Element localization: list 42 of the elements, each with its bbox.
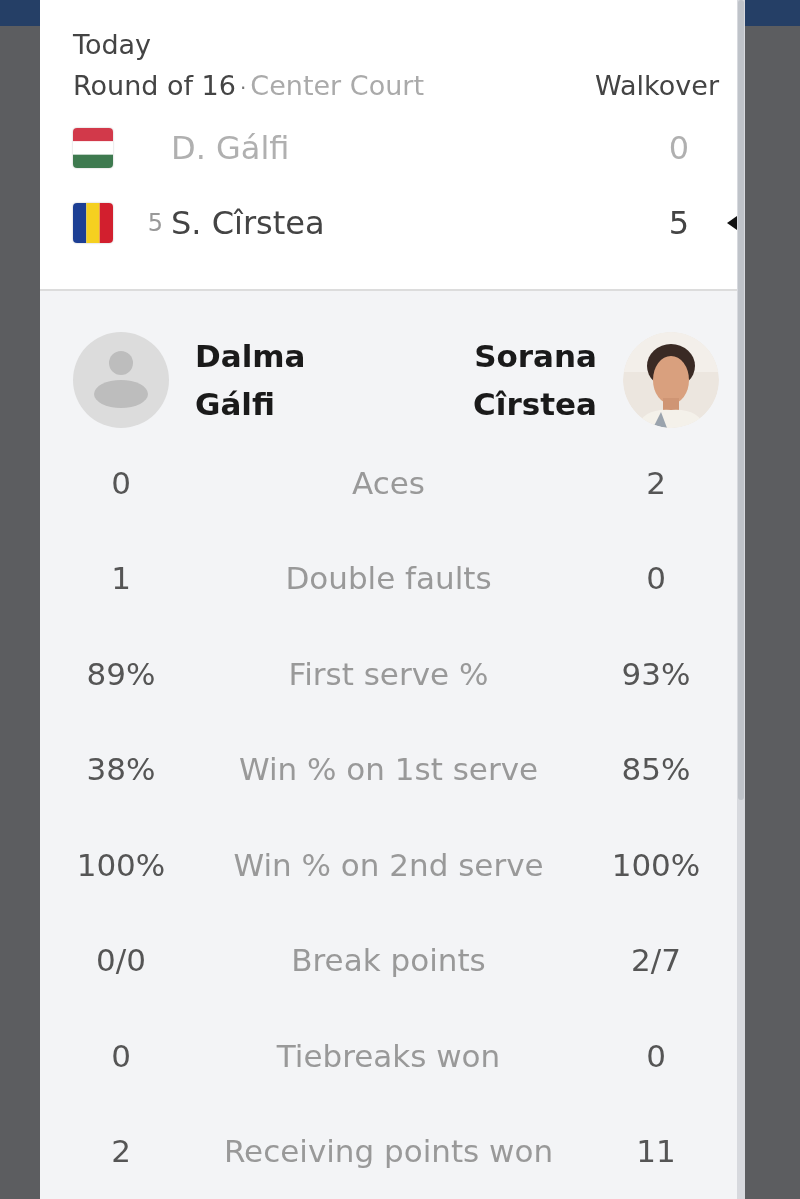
stat-value: 100%	[610, 846, 702, 883]
stat-value: 0	[645, 1037, 667, 1074]
player-score: 5	[667, 203, 691, 242]
separator: ·	[240, 75, 247, 102]
stat-value: 1	[110, 560, 132, 597]
stat-label: First serve %	[287, 655, 490, 692]
stat-value: 85%	[620, 751, 692, 788]
seed-number: 5	[147, 208, 163, 237]
stat-label: Win % on 1st serve	[237, 751, 540, 788]
court-label: Center Court	[250, 69, 424, 103]
stat-value: 93%	[620, 655, 692, 692]
stat-label: Tiebreaks won	[275, 1037, 502, 1074]
stat-value: 89%	[85, 655, 157, 692]
stat-label: Receiving points won	[222, 1133, 555, 1170]
player-last-name: Gálfi	[195, 385, 276, 424]
match-day: Today	[73, 26, 737, 64]
stat-label: Double faults	[284, 560, 493, 597]
stat-value: 11	[635, 1133, 677, 1170]
stat-label: Aces	[351, 464, 426, 501]
stat-value: 0/0	[95, 942, 147, 979]
player-last-name: Cîrstea	[473, 385, 597, 424]
player-first-name: Sorana	[474, 337, 597, 376]
round-label: Round of 16	[73, 69, 236, 103]
player-name: S. Cîrstea	[171, 203, 325, 242]
stat-value: 38%	[85, 751, 157, 788]
stat-value: 2	[645, 464, 667, 501]
stat-value: 2	[110, 1133, 132, 1170]
stat-label: Break points	[290, 942, 487, 979]
flag-icon	[73, 202, 113, 243]
player-first-name: Dalma	[195, 337, 306, 376]
scrollbar[interactable]	[737, 0, 745, 1199]
match-status: Walkover	[595, 69, 719, 103]
stat-value: 2/7	[630, 942, 682, 979]
flag-icon	[73, 127, 113, 168]
stat-value: 0	[110, 464, 132, 501]
stat-value: 0	[645, 560, 667, 597]
stat-value: 0	[110, 1037, 132, 1074]
stat-label: Win % on 2nd serve	[232, 846, 545, 883]
player-name: D. Gálfi	[171, 128, 290, 167]
avatar-placeholder-icon	[73, 332, 169, 428]
player-score: 0	[667, 128, 691, 167]
stat-value: 100%	[75, 846, 167, 883]
